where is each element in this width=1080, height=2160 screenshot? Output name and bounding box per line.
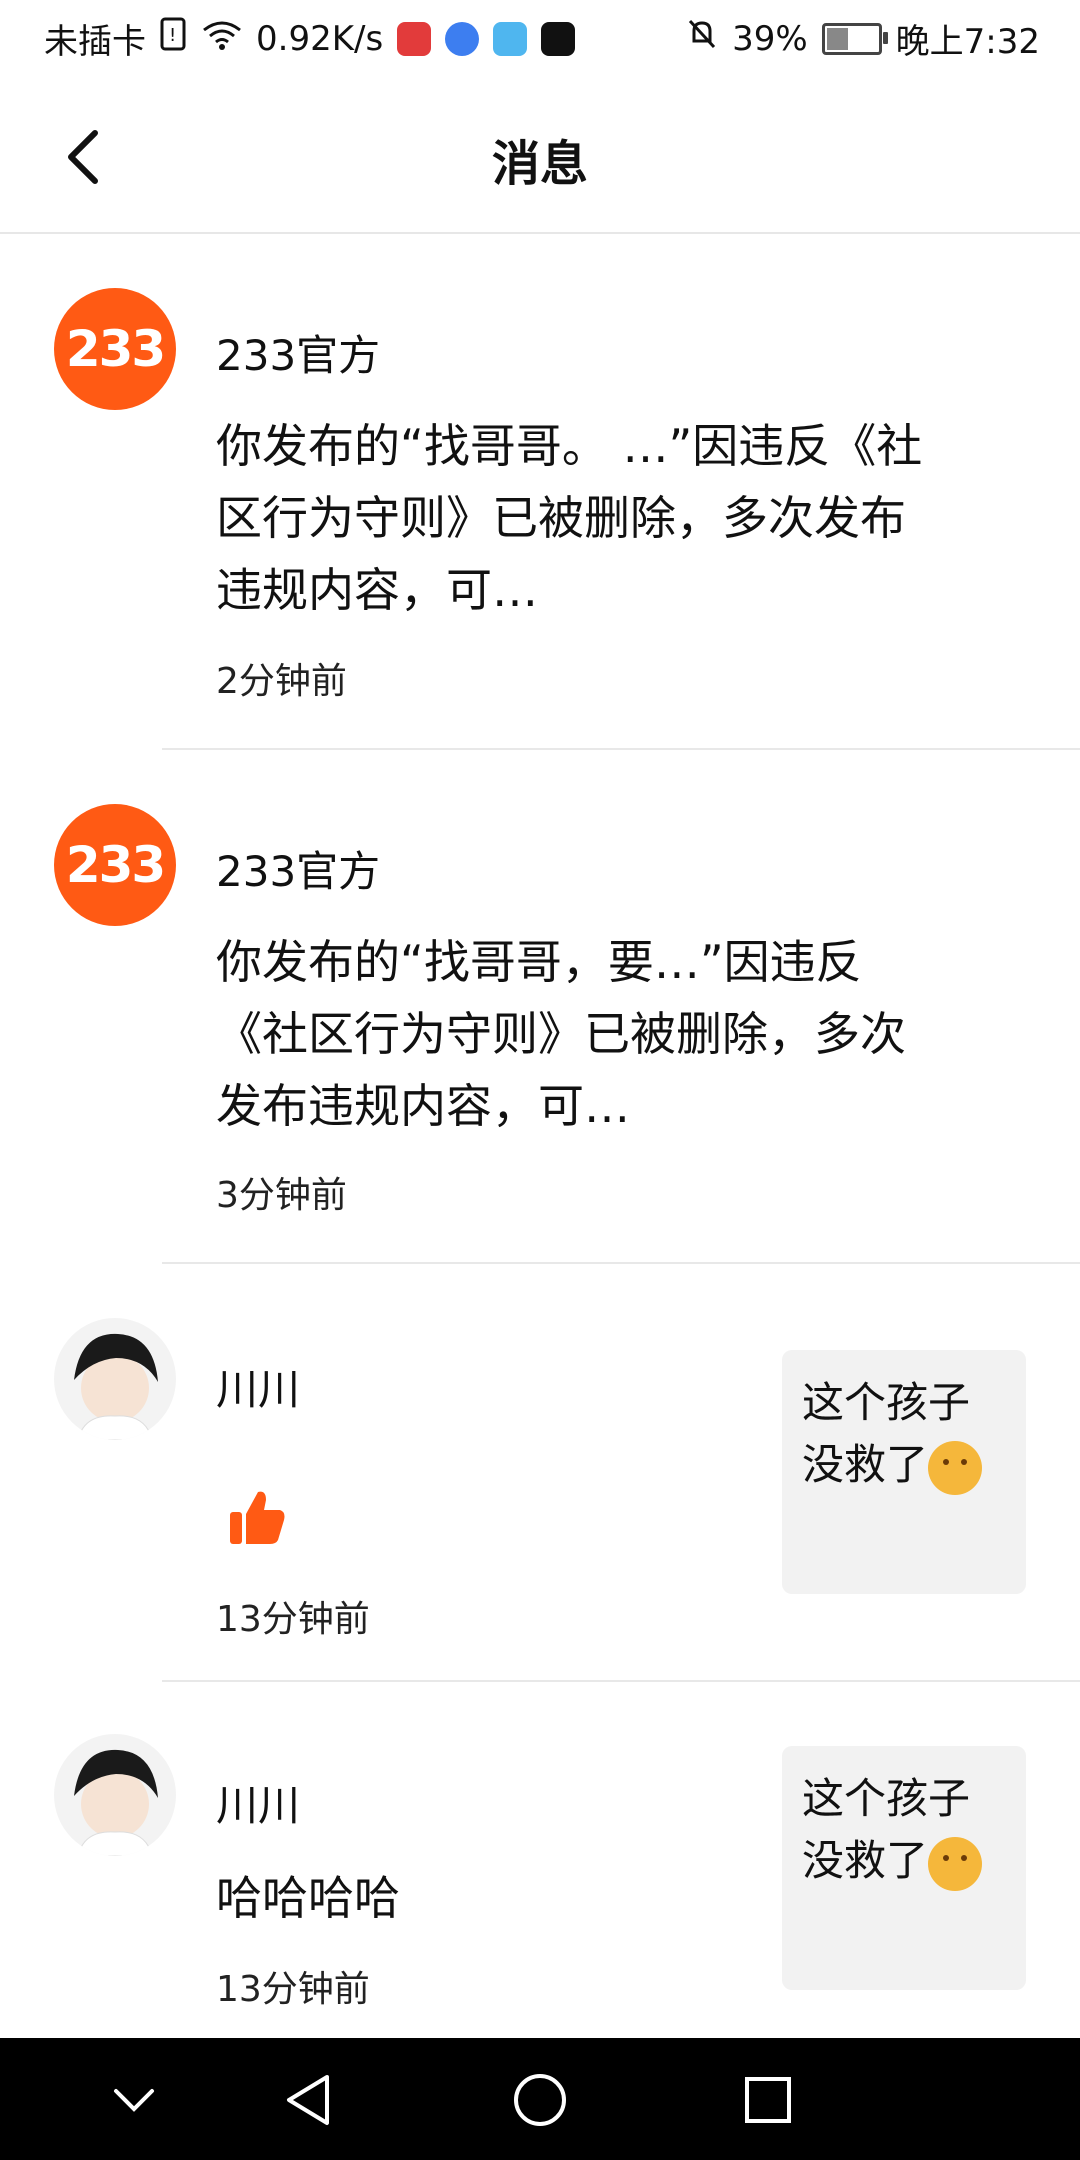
system-nav-bar — [0, 2038, 1080, 2160]
square-recents-icon — [745, 2077, 791, 2123]
battery-icon — [821, 22, 888, 55]
post-preview[interactable]: 这个孩子没救了 — [782, 1746, 1026, 1990]
crying-emoji-icon — [928, 1836, 983, 1891]
battery-percent: 39% — [732, 18, 808, 59]
page-title: 消息 — [491, 136, 588, 192]
avatar-logo-text: 233 — [65, 320, 166, 378]
wifi-icon — [202, 19, 242, 59]
nav-back-button[interactable] — [272, 2064, 344, 2136]
browser-notification-icon — [445, 21, 480, 56]
nav-recents-button[interactable] — [732, 2064, 804, 2136]
circle-home-icon — [514, 2074, 566, 2126]
tiktok-notification-icon — [541, 21, 576, 56]
avatar-logo-text: 233 — [65, 836, 166, 894]
svg-text:!: ! — [169, 25, 176, 46]
message-item[interactable]: 233 233官方 你发布的“找哥哥。 …”因违反《社区行为守则》已被删除，多次… — [0, 232, 1080, 750]
avatar-user[interactable] — [54, 1734, 176, 1856]
message-time: 2分钟前 — [216, 661, 347, 702]
nav-home-button[interactable] — [504, 2064, 576, 2136]
message-time: 3分钟前 — [216, 1175, 347, 1216]
sender-name: 川川 — [216, 1365, 301, 1414]
status-right: 39% 晚上7:32 — [686, 14, 1040, 63]
status-left: 未插卡 ! 0.92K/s — [44, 14, 576, 63]
message-item[interactable]: 川川 13分钟前 这个孩子没救了 — [0, 1262, 1080, 1682]
avatar-233-official[interactable]: 233 — [54, 804, 176, 926]
crying-emoji-icon — [928, 1440, 983, 1495]
status-bar: 未插卡 ! 0.92K/s 39% 晚上7:32 — [0, 0, 1080, 72]
app-header: 消息 — [0, 72, 1080, 234]
message-content: 你发布的“找哥哥。 …”因违反《社区行为守则》已被删除，多次发布违规内容，可… — [216, 419, 923, 617]
user-portrait-icon — [74, 1749, 158, 1856]
thumbs-up-icon — [226, 1486, 290, 1554]
chevron-down-icon — [114, 2089, 154, 2112]
triangle-back-icon — [287, 2075, 329, 2125]
message-item[interactable]: 233 233官方 你发布的“找哥哥，要…”因违反《社区行为守则》已被删除，多次… — [0, 748, 1080, 1264]
avatar-233-official[interactable]: 233 — [54, 288, 176, 410]
message-time: 13分钟前 — [216, 1969, 370, 2010]
mute-icon — [686, 17, 718, 60]
sim-status: 未插卡 — [44, 22, 146, 62]
sim-icon: ! — [160, 17, 188, 60]
post-preview[interactable]: 这个孩子没救了 — [782, 1350, 1026, 1594]
battery-fill — [826, 27, 848, 50]
weather-notification-icon — [493, 21, 528, 56]
clock: 晚上7:32 — [895, 22, 1040, 62]
nav-collapse-button[interactable] — [98, 2064, 170, 2136]
message-time: 13分钟前 — [216, 1599, 370, 1640]
sender-name: 233官方 — [216, 331, 381, 380]
user-portrait-icon — [74, 1333, 158, 1440]
sender-name: 233官方 — [216, 847, 381, 896]
app-notification-icon — [397, 21, 432, 56]
avatar-user[interactable] — [54, 1318, 176, 1440]
message-item[interactable]: 川川 哈哈哈哈 13分钟前 这个孩子没救了 — [0, 1682, 1080, 2038]
sender-name: 川川 — [216, 1781, 301, 1830]
message-content: 你发布的“找哥哥，要…”因违反《社区行为守则》已被删除，多次发布违规内容，可… — [216, 935, 906, 1133]
network-speed: 0.92K/s — [256, 18, 384, 59]
